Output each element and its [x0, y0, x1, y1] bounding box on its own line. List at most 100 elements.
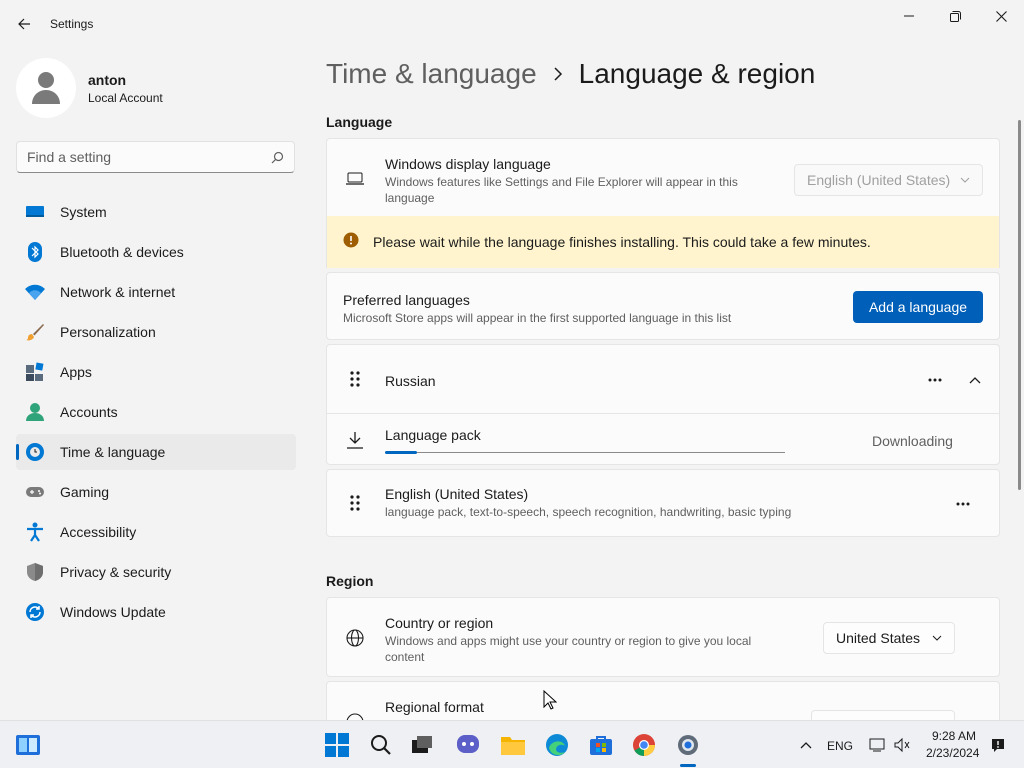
file-explorer-icon[interactable]: [497, 729, 529, 761]
sidebar-item-label: Personalization: [60, 324, 156, 340]
gamepad-icon: [24, 481, 46, 503]
sidebar-item-system[interactable]: System: [16, 194, 296, 230]
edge-icon[interactable]: [541, 729, 573, 761]
more-options-button[interactable]: [949, 490, 977, 518]
warning-banner: Please wait while the language finishes …: [326, 216, 1000, 268]
display-language-description: Windows features like Settings and File …: [385, 175, 738, 205]
sidebar-item-personalization[interactable]: Personalization: [16, 314, 296, 350]
scrollbar[interactable]: [1018, 120, 1021, 490]
volume-icon[interactable]: [886, 729, 918, 761]
language-item-russian[interactable]: Russian: [326, 344, 1000, 414]
mouse-cursor-icon: [543, 690, 557, 710]
clock-time[interactable]: 9:28 AM: [932, 729, 976, 743]
dropdown-value: United States: [836, 630, 921, 646]
chrome-icon[interactable]: [628, 729, 660, 761]
system-icon: [24, 201, 46, 223]
maximize-button[interactable]: [932, 4, 978, 28]
search-icon[interactable]: [365, 729, 397, 761]
regional-format-card[interactable]: Regional format: [326, 681, 1000, 720]
sidebar-item-accounts[interactable]: Accounts: [16, 394, 296, 430]
drag-handle-icon[interactable]: [343, 491, 367, 515]
close-icon: [995, 10, 1007, 22]
notification-icon[interactable]: [982, 729, 1014, 761]
country-region-description: Windows and apps might use your country …: [385, 634, 752, 664]
collapse-button[interactable]: [961, 366, 989, 394]
app-title: Settings: [50, 17, 94, 31]
country-region-title: Country or region: [385, 615, 494, 631]
settings-icon[interactable]: [672, 729, 704, 761]
download-status: Downloading: [872, 433, 953, 449]
section-title-region: Region: [326, 573, 374, 589]
chevron-right-icon: [553, 67, 563, 81]
start-icon[interactable]: [321, 729, 353, 761]
language-pack-label: Language pack: [385, 427, 481, 443]
sidebar-item-bluetooth[interactable]: Bluetooth & devices: [16, 234, 296, 270]
warning-text: Please wait while the language finishes …: [373, 234, 871, 250]
sidebar-nav: System Bluetooth & devices Network & int…: [16, 194, 296, 634]
download-progress-bar: [385, 451, 785, 454]
sidebar-item-label: Privacy & security: [60, 564, 172, 580]
tray-chevron-up-icon[interactable]: [790, 729, 822, 761]
regional-format-dropdown[interactable]: [811, 710, 955, 720]
display-language-dropdown[interactable]: English (United States): [794, 164, 983, 196]
shield-icon: [24, 561, 46, 583]
preferred-languages-description: Microsoft Store apps will appear in the …: [343, 311, 732, 325]
more-options-button[interactable]: [921, 366, 949, 394]
clock-date[interactable]: 2/23/2024: [926, 746, 979, 760]
sidebar-item-label: Windows Update: [60, 604, 166, 620]
brush-icon: [24, 321, 46, 343]
language-item-english[interactable]: English (United States) language pack, t…: [326, 469, 1000, 537]
sidebar-item-network[interactable]: Network & internet: [16, 274, 296, 310]
regional-format-title: Regional format: [385, 699, 484, 715]
sidebar-item-label: Apps: [60, 364, 92, 380]
minimize-button[interactable]: [886, 4, 932, 28]
breadcrumb: Time & language Language & region: [326, 58, 815, 90]
sidebar-item-windows-update[interactable]: Windows Update: [16, 594, 296, 630]
country-region-dropdown[interactable]: United States: [823, 622, 955, 654]
taskbar: ENG 9:28 AM 2/23/2024: [0, 720, 1024, 768]
sidebar-item-label: Accessibility: [60, 524, 137, 540]
chevron-down-icon: [932, 635, 942, 641]
country-region-card: Country or region Windows and apps might…: [326, 597, 1000, 677]
widgets-icon[interactable]: [12, 729, 44, 761]
breadcrumb-parent[interactable]: Time & language: [326, 58, 537, 90]
language-name: English (United States): [385, 486, 529, 502]
store-icon[interactable]: [585, 729, 617, 761]
bluetooth-icon: [24, 241, 46, 263]
add-language-button[interactable]: Add a language: [853, 291, 983, 323]
sidebar-item-privacy[interactable]: Privacy & security: [16, 554, 296, 590]
sidebar-item-gaming[interactable]: Gaming: [16, 474, 296, 510]
title-bar: Settings: [0, 0, 1024, 48]
sidebar-item-label: Network & internet: [60, 284, 176, 300]
sidebar-item-time-language[interactable]: Time & language: [16, 434, 296, 470]
globe-icon: [343, 626, 367, 650]
sidebar-item-accessibility[interactable]: Accessibility: [16, 514, 296, 550]
task-view-icon[interactable]: [406, 729, 438, 761]
more-icon: [956, 502, 970, 506]
profile-name: anton: [88, 71, 127, 88]
accessibility-icon: [24, 521, 46, 543]
back-button[interactable]: [10, 12, 38, 36]
language-pack-row: Language pack Downloading: [326, 413, 1000, 465]
update-icon: [24, 601, 46, 623]
wifi-icon: [24, 281, 46, 303]
language-features: language pack, text-to-speech, speech re…: [385, 505, 792, 519]
profile-account-type: Local Account: [88, 90, 163, 105]
sidebar-item-label: Accounts: [60, 404, 118, 420]
globe-format-icon: [343, 710, 367, 720]
drag-handle-icon[interactable]: [343, 367, 367, 391]
search-icon[interactable]: [271, 151, 284, 164]
user-profile[interactable]: anton Local Account: [16, 58, 163, 118]
active-app-indicator: [680, 764, 696, 767]
input-language-indicator[interactable]: ENG: [827, 739, 853, 753]
display-language-card: Windows display language Windows feature…: [326, 138, 1000, 218]
chat-icon[interactable]: [452, 729, 484, 761]
sidebar-item-apps[interactable]: Apps: [16, 354, 296, 390]
search-box: [16, 141, 295, 173]
close-button[interactable]: [978, 4, 1024, 28]
language-name: Russian: [385, 373, 436, 389]
search-input[interactable]: [27, 149, 271, 165]
laptop-icon: [343, 167, 367, 191]
sidebar-item-label: System: [60, 204, 107, 220]
display-language-title: Windows display language: [385, 156, 551, 172]
